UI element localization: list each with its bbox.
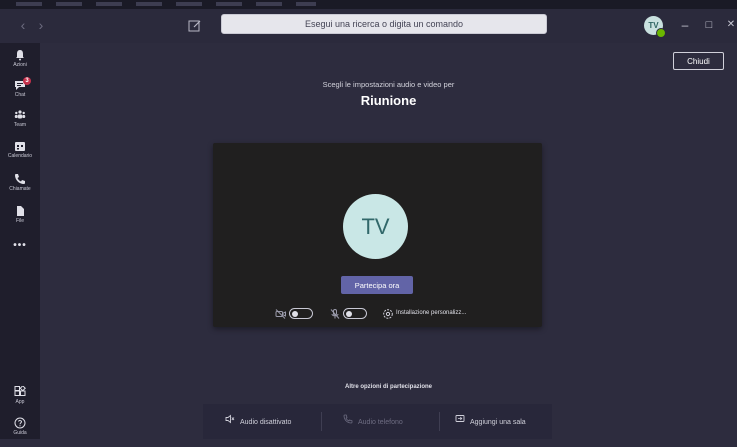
close-window-icon[interactable]: ✕ xyxy=(722,16,737,34)
option-label: Aggiungi una sala xyxy=(470,419,526,426)
preview-avatar: TV xyxy=(343,194,408,259)
rail-label: Calendario xyxy=(7,153,33,159)
rail-item-files[interactable]: File xyxy=(0,205,40,235)
chat-badge: 3 xyxy=(23,77,31,85)
apps-icon xyxy=(14,386,26,396)
join-options-bar: Audio disattivato Audio telefono Aggiung… xyxy=(203,404,552,439)
rail-label: Team xyxy=(13,122,27,128)
device-controls: Installazione personalizz... xyxy=(213,304,542,322)
prejoin-subtitle: Scegli le impostazioni audio e video per xyxy=(322,80,455,89)
back-arrow-icon[interactable]: ‹ xyxy=(16,18,30,32)
minimize-icon[interactable]: – xyxy=(676,16,694,34)
teams-icon xyxy=(14,110,26,119)
window-top-strip xyxy=(0,0,737,9)
app-rail: Azioni 3 Chat Team Calendario Chiamate F… xyxy=(0,43,40,439)
new-chat-icon[interactable] xyxy=(186,17,204,35)
camera-off-icon xyxy=(275,308,287,320)
option-divider xyxy=(321,412,322,431)
custom-setup-link[interactable]: Installazione personalizz... xyxy=(396,310,466,316)
browser-tabs-strip xyxy=(16,2,316,6)
maximize-icon[interactable]: □ xyxy=(700,16,718,34)
option-label: Audio disattivato xyxy=(240,419,292,426)
rail-item-calls[interactable]: Chiamate xyxy=(0,173,40,203)
option-divider xyxy=(439,412,440,431)
phone-icon xyxy=(15,174,25,184)
meeting-title: Riunione xyxy=(360,93,417,108)
presence-available-icon xyxy=(656,28,666,38)
rail-label: Azioni xyxy=(13,62,27,68)
file-icon xyxy=(17,206,24,216)
camera-toggle[interactable] xyxy=(289,308,313,319)
user-avatar[interactable]: TV xyxy=(644,16,666,38)
rail-item-help[interactable]: Guida xyxy=(0,417,40,447)
rail-label: Chat xyxy=(14,92,26,98)
mic-toggle[interactable] xyxy=(343,308,367,319)
phone-audio-option: Audio telefono xyxy=(343,414,403,428)
forward-arrow-icon[interactable]: › xyxy=(34,18,48,32)
audio-off-option[interactable]: Audio disattivato xyxy=(225,414,291,428)
speaker-off-icon xyxy=(225,414,236,429)
cast-icon xyxy=(455,414,466,429)
join-now-button[interactable]: Partecipa ora xyxy=(341,276,413,294)
title-bar: ‹ › Esegui una ricerca o digita un coman… xyxy=(0,9,737,43)
rail-label: Guida xyxy=(13,430,27,436)
rail-item-apps[interactable]: App xyxy=(0,386,40,416)
gear-icon[interactable] xyxy=(382,308,394,320)
rail-label: App xyxy=(15,399,25,405)
rail-item-teams[interactable]: Team xyxy=(0,109,40,139)
rail-item-activity[interactable]: Azioni xyxy=(0,49,40,79)
mic-off-icon xyxy=(329,308,341,320)
option-label: Audio telefono xyxy=(358,419,403,426)
prejoin-screen: Chiudi Scegli le impostazioni audio e vi… xyxy=(40,43,737,439)
rail-item-chat[interactable]: 3 Chat xyxy=(0,77,40,109)
rail-item-calendar[interactable]: Calendario xyxy=(0,140,40,170)
other-options-title: Altre opzioni di partecipazione xyxy=(344,384,432,390)
help-icon xyxy=(14,417,26,429)
close-button[interactable]: Chiudi xyxy=(673,52,724,70)
search-placeholder: Esegui una ricerca o digita un comando xyxy=(304,19,464,29)
bell-icon xyxy=(16,50,24,61)
search-input[interactable]: Esegui una ricerca o digita un comando xyxy=(221,14,547,34)
rail-label: File xyxy=(15,218,25,224)
video-preview: TV Partecipa ora Installazione personali… xyxy=(213,143,542,327)
phone-icon xyxy=(343,414,354,429)
rail-label: Chiamate xyxy=(9,186,31,192)
more-apps-icon[interactable]: ••• xyxy=(0,240,40,254)
add-room-option[interactable]: Aggiungi una sala xyxy=(455,414,526,428)
calendar-icon xyxy=(15,142,25,151)
